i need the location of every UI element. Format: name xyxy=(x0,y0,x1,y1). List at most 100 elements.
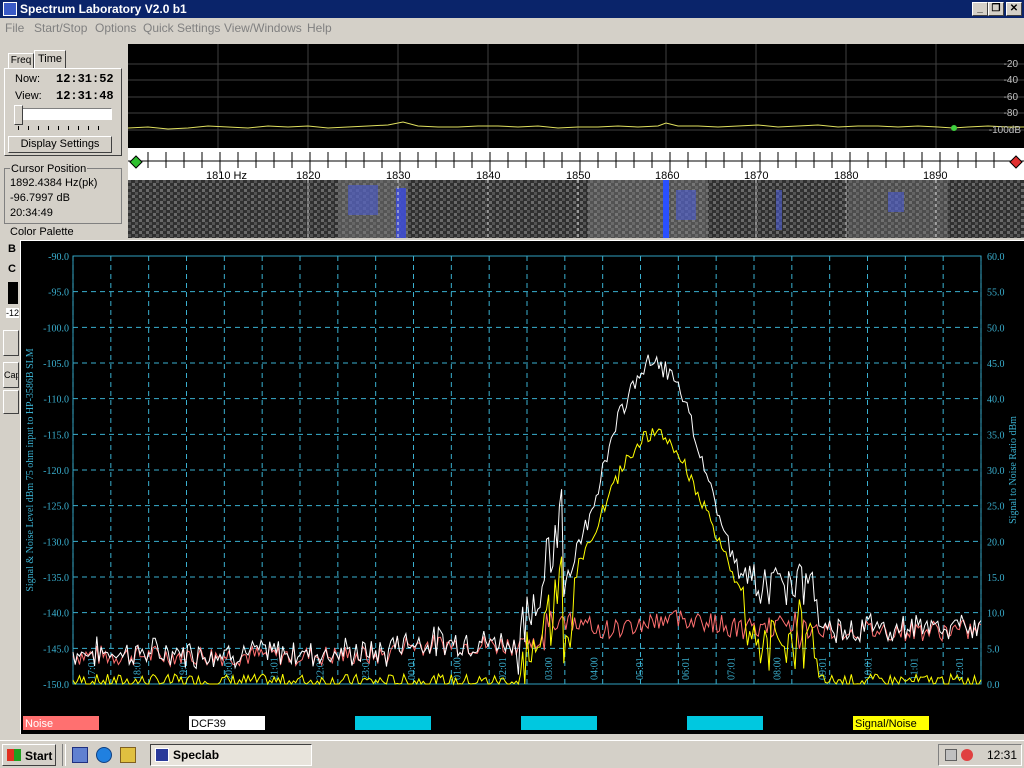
spectrum-db-tick: -80 xyxy=(1004,108,1019,119)
now-value: 12:31:52 xyxy=(56,72,114,86)
time-slider-thumb[interactable] xyxy=(14,105,23,125)
minimize-button[interactable]: _ xyxy=(972,2,988,16)
y2-tick-label: 45.0 xyxy=(987,359,1005,370)
speclab-app-icon xyxy=(155,748,169,762)
y-tick-label: -125.0 xyxy=(43,502,69,513)
y-axis-title: Signal & Noise Level dBm 75 ohm input to… xyxy=(25,348,36,591)
tray-speaker-icon[interactable] xyxy=(945,749,957,761)
maximize-button[interactable]: ❐ xyxy=(988,2,1004,16)
tab-time[interactable]: Time xyxy=(34,50,66,69)
taskbar-divider xyxy=(62,744,66,766)
x-tick-label: 05:01 xyxy=(635,657,646,680)
chart-window[interactable]: -90.0 -95.0 -100.0 -105.0 -110.0 -115.0 -120.0… xyxy=(20,240,1024,734)
y-tick-label: -120.0 xyxy=(43,466,69,477)
ssn-chart: -90.0 -95.0 -100.0 -105.0 -110.0 -115.0 -120.0… xyxy=(23,252,1019,730)
legend-empty-1-swatch xyxy=(355,716,431,730)
y2-tick-label: 50.0 xyxy=(987,323,1005,334)
close-button[interactable]: ✕ xyxy=(1006,2,1022,16)
legend-empty-3-swatch xyxy=(687,716,763,730)
y-tick-label: -100.0 xyxy=(43,323,69,334)
partial-number: -12 xyxy=(6,308,20,318)
slider-ticks xyxy=(18,126,108,130)
y2-tick-label: 15.0 xyxy=(987,573,1005,584)
waterfall-display[interactable] xyxy=(128,180,1024,238)
partial-capture-button[interactable]: Cap xyxy=(3,362,19,388)
cursor-freq: 1892.4384 Hz(pk) xyxy=(10,177,98,189)
menu-file[interactable]: File xyxy=(5,21,24,35)
y-tick-label: -115.0 xyxy=(44,430,69,441)
display-settings-button[interactable]: Display Settings xyxy=(8,136,112,153)
legend-empty-2-swatch xyxy=(521,716,597,730)
taskbar-speclab-button[interactable]: Speclab xyxy=(150,744,312,766)
tray-alert-icon[interactable] xyxy=(961,749,973,761)
menu-view-windows[interactable]: View/Windows xyxy=(224,21,302,35)
color-palette-title: Color Palette xyxy=(10,226,74,238)
time-slider-track[interactable] xyxy=(14,108,112,120)
menu-options[interactable]: Options xyxy=(95,21,136,35)
title-bar: Spectrum Laboratory V2.0 b1 _ ❐ ✕ xyxy=(0,0,1024,18)
spectrum-display[interactable]: -20 -40 -60 -80 -100dB xyxy=(127,44,1024,148)
left-panel: Freq Time Now: 12:31:52 View: 12:31:48 D… xyxy=(0,40,126,240)
y2-tick-label: 25.0 xyxy=(987,502,1005,513)
menu-quick-settings[interactable]: Quick Settings xyxy=(143,21,220,35)
freq-tick-label: 1880 xyxy=(834,170,858,180)
freq-tick-label: 1830 xyxy=(386,170,410,180)
cursor-level: -96.7997 dB xyxy=(10,192,70,204)
spectrum-db-tick: -100dB xyxy=(989,125,1022,136)
taskbar: Start Speclab 12:31 xyxy=(0,740,1024,768)
spectrum-db-tick: -20 xyxy=(1004,59,1019,70)
y2-axis-title: Signal to Noise Ratio dBm xyxy=(1008,416,1019,524)
start-button[interactable]: Start xyxy=(2,744,56,766)
cursor-time: 20:34:49 xyxy=(10,207,53,219)
x-tick-label: 07:01 xyxy=(727,657,738,680)
freq-tick-label: 1820 xyxy=(296,170,320,180)
y2-tick-label: 30.0 xyxy=(987,466,1005,477)
x-tick-label: 08:00 xyxy=(772,657,783,680)
y2-tick-label: 60.0 xyxy=(987,252,1005,263)
y2-tick-label: 40.0 xyxy=(987,395,1005,406)
y-tick-label: -130.0 xyxy=(43,537,69,548)
partial-button-2[interactable] xyxy=(3,390,19,414)
x-tick-label: 11:01 xyxy=(909,658,920,680)
taskbar-clock: 12:31 xyxy=(987,748,1018,762)
y2-tick-label: 20.0 xyxy=(987,537,1005,548)
x-tick-label: 23:01 xyxy=(361,657,372,680)
partial-c: C xyxy=(8,263,16,275)
y-tick-label: -135.0 xyxy=(43,573,69,584)
x-tick-label: 04:00 xyxy=(590,657,601,680)
x-tick-label: 06:01 xyxy=(681,657,692,680)
legend-noise-label: Noise xyxy=(25,718,53,730)
frequency-axis[interactable]: 1810 Hz 1820 1830 1840 1850 1860 1870 18… xyxy=(128,148,1024,182)
menu-help[interactable]: Help xyxy=(307,21,332,35)
system-tray: 12:31 xyxy=(938,744,1022,766)
menu-start-stop[interactable]: Start/Stop xyxy=(34,21,87,35)
freq-tick-label: 1850 xyxy=(566,170,590,180)
left-marker-icon[interactable] xyxy=(129,155,143,169)
waterfall-svg xyxy=(128,180,1024,238)
view-value: 12:31:48 xyxy=(56,89,114,103)
y-tick-label: -105.0 xyxy=(43,359,69,370)
freq-tick-label: 1840 xyxy=(476,170,500,180)
x-tick-label: 02:01 xyxy=(498,657,509,680)
spectrum-db-tick: -60 xyxy=(1004,92,1019,103)
internet-explorer-icon[interactable] xyxy=(96,747,112,763)
view-label: View: xyxy=(15,90,42,102)
partial-button-1[interactable] xyxy=(3,330,19,356)
freq-tick-label: 1810 Hz xyxy=(206,170,247,180)
right-marker-icon[interactable] xyxy=(1009,155,1023,169)
quick-launch-icon[interactable] xyxy=(120,747,136,763)
desktop-icon[interactable] xyxy=(72,747,88,763)
now-label: Now: xyxy=(15,73,41,85)
menu-bar: File Start/Stop Options Quick Settings V… xyxy=(0,18,1024,38)
app-icon[interactable] xyxy=(3,2,17,16)
tab-freq[interactable]: Freq xyxy=(8,53,34,69)
y-tick-label: -150.0 xyxy=(43,680,69,691)
legend-dcf39-label: DCF39 xyxy=(191,718,226,730)
palette-swatch xyxy=(8,282,18,304)
y-tick-label: -95.0 xyxy=(48,288,69,299)
y2-tick-label: 55.0 xyxy=(987,288,1005,299)
x-tick-label: 00:01 xyxy=(407,657,418,680)
y-tick-label: -140.0 xyxy=(43,609,69,620)
peak-marker-icon xyxy=(951,125,957,131)
y2-tick-label: 0.0 xyxy=(987,680,1000,691)
